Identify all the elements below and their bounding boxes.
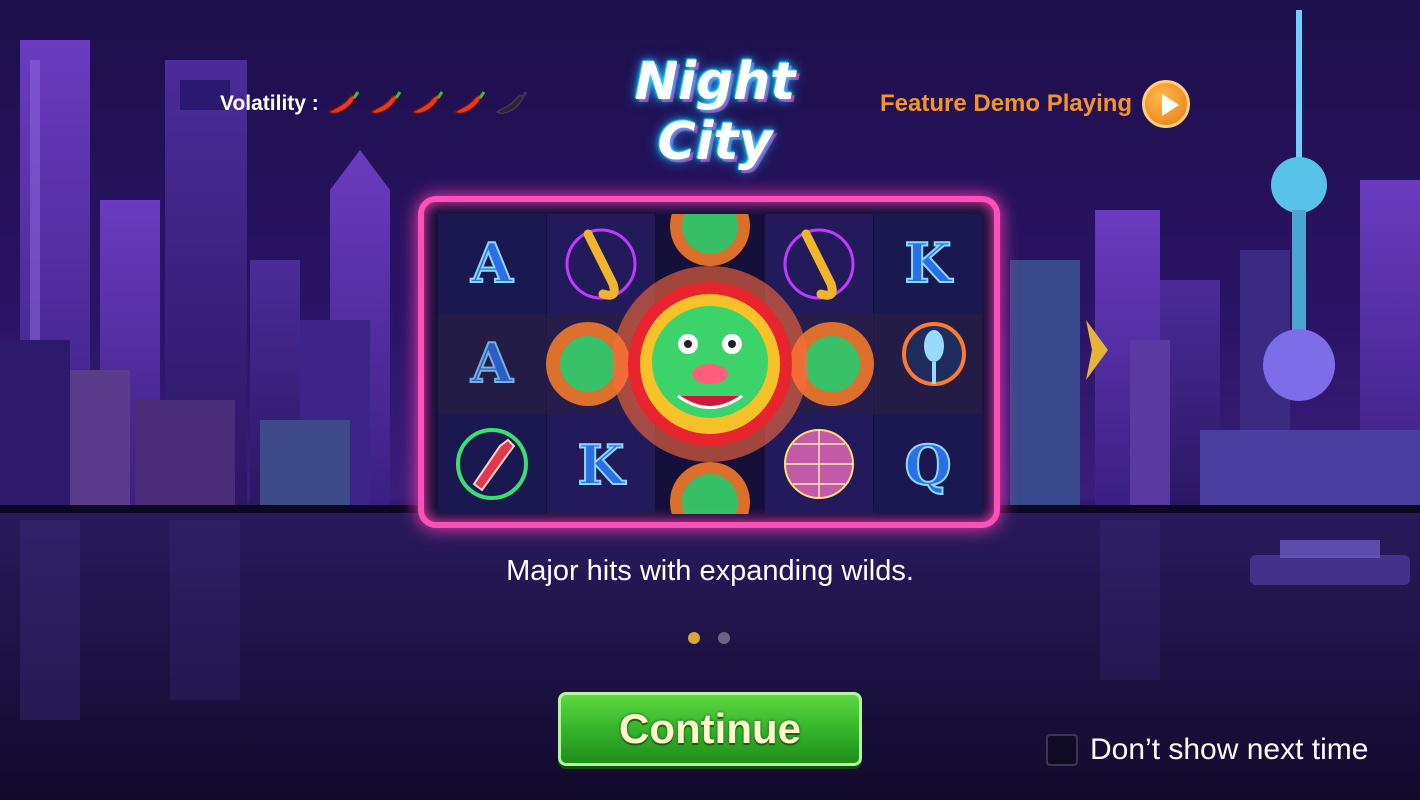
volatility-label: Volatility :: [220, 92, 319, 115]
chili-pepper-icon: [327, 91, 360, 114]
next-slide-arrow[interactable]: [1080, 310, 1114, 390]
continue-label: Continue: [619, 705, 801, 752]
symbol-k: K: [905, 231, 954, 295]
dont-show-option[interactable]: Don’t show next time: [1046, 731, 1368, 769]
disco-ball-icon: [784, 429, 854, 499]
feature-demo-label: Feature Demo Playing: [880, 90, 1133, 117]
pager-dot[interactable]: [718, 632, 730, 644]
dragon-wild-icon: [612, 266, 808, 462]
chili-pepper-icon: [411, 91, 444, 114]
pager-dot-active[interactable]: [688, 632, 700, 644]
slide-pager: [688, 632, 730, 644]
symbol-q: Q: [904, 433, 951, 497]
symbol-a: A: [470, 331, 514, 395]
game-intro-screen: Night City Volatility : Feature Demo Pla…: [0, 0, 1420, 800]
volatility-indicator: Volatility :: [220, 88, 529, 120]
chili-pepper-empty-icon: [495, 91, 528, 114]
chili-pepper-icon: [453, 91, 486, 114]
microphone-icon: [902, 322, 966, 386]
dont-show-checkbox[interactable]: [1046, 734, 1078, 766]
reel-grid: A A K K Q: [438, 214, 982, 514]
play-icon[interactable]: [1142, 80, 1191, 128]
dont-show-label: Don’t show next time: [1090, 733, 1369, 766]
slide-caption: Major hits with expanding wilds.: [506, 555, 914, 587]
game-title: Night City: [634, 52, 796, 172]
feature-demo-button[interactable]: Feature Demo Playing: [880, 80, 1191, 128]
symbol-k: K: [578, 433, 627, 497]
symbol-a: A: [470, 231, 514, 295]
chili-pepper-icon: [369, 91, 402, 114]
continue-button[interactable]: Continue: [558, 692, 862, 766]
